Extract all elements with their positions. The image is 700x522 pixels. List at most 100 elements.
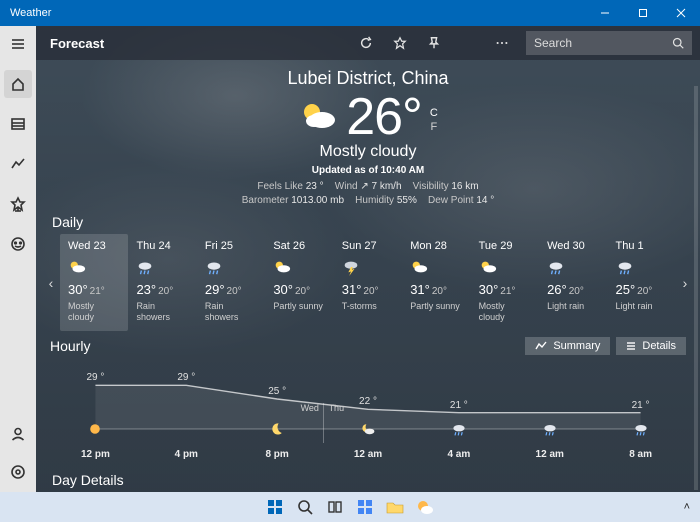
tray-chevron-up-icon[interactable]: ˄ xyxy=(684,501,690,513)
sun-icon xyxy=(87,421,103,437)
rain-icon xyxy=(136,258,190,276)
more-button[interactable] xyxy=(486,27,518,59)
daily-temps: 30°21° xyxy=(68,282,122,297)
daily-temps: 31°20° xyxy=(410,282,464,297)
hourly-time-label: 4 am xyxy=(413,449,504,460)
daily-temps: 30°20° xyxy=(273,282,327,297)
daily-condition: Rain showers xyxy=(205,301,259,323)
divider-right-label: Thu xyxy=(329,403,345,413)
daily-condition: Light rain xyxy=(547,301,601,312)
pin-button[interactable] xyxy=(418,27,450,59)
daily-temps: 25°20° xyxy=(616,282,670,297)
nav-sidebar xyxy=(0,26,36,492)
daily-condition: Partly sunny xyxy=(273,301,327,312)
daily-card[interactable]: Thu 1 25°20° Light rain xyxy=(608,234,676,331)
daily-day: Tue 29 xyxy=(479,240,533,252)
daily-day: Fri 25 xyxy=(205,240,259,252)
night-cloudy-icon xyxy=(360,421,376,437)
daily-card[interactable]: Fri 25 29°20° Rain showers xyxy=(197,234,265,331)
daily-card[interactable]: Wed 23 30°21° Mostly cloudy xyxy=(60,234,128,331)
refresh-button[interactable] xyxy=(350,27,382,59)
taskbar[interactable]: ˄ xyxy=(0,492,700,522)
close-button[interactable] xyxy=(662,0,700,26)
nav-forecast-icon[interactable] xyxy=(4,70,32,98)
app-name: Weather xyxy=(0,7,51,19)
hourly-time-label: 4 pm xyxy=(141,449,232,460)
current-conditions: Lubei District, China 26° C F Mostly clo… xyxy=(36,68,700,208)
nav-news-icon[interactable] xyxy=(4,230,32,258)
favorite-button[interactable] xyxy=(384,27,416,59)
daily-prev[interactable]: ‹ xyxy=(42,234,60,331)
daily-day: Wed 30 xyxy=(547,240,601,252)
hourly-chart: 29 °29 °25 °22 °21 °21 °WedThu xyxy=(50,357,686,449)
hamburger-icon[interactable] xyxy=(4,30,32,58)
daily-day: Sat 26 xyxy=(273,240,327,252)
hourly-time-label: 12 am xyxy=(504,449,595,460)
weather-app-icon[interactable] xyxy=(415,497,435,517)
hourly-time-label: 12 am xyxy=(323,449,414,460)
settings-icon[interactable] xyxy=(4,458,32,486)
partly-cloudy-icon xyxy=(273,258,327,276)
daily-temps: 26°20° xyxy=(547,282,601,297)
hourly-temp-label: 22 ° xyxy=(359,396,377,407)
taskbar-search-icon[interactable] xyxy=(295,497,315,517)
window-titlebar: Weather xyxy=(0,0,700,26)
daily-condition: Rain showers xyxy=(136,301,190,323)
daily-day: Thu 1 xyxy=(616,240,670,252)
hourly-summary-button[interactable]: Summary xyxy=(525,337,610,355)
account-icon[interactable] xyxy=(4,420,32,448)
page-title: Forecast xyxy=(50,36,104,51)
daily-card[interactable]: Sun 2731°20°T-storms xyxy=(334,234,402,331)
moon-phase-button[interactable] xyxy=(452,27,484,59)
location-text: Lubei District, China xyxy=(36,68,700,89)
hourly-temp-label: 29 ° xyxy=(86,372,104,383)
partly-cloudy-icon xyxy=(410,258,464,276)
daily-card[interactable]: Mon 2831°20°Partly sunny xyxy=(402,234,470,331)
thunder-icon xyxy=(342,258,396,276)
daily-condition: Mostly cloudy xyxy=(68,301,122,323)
rain-icon xyxy=(205,258,259,276)
daily-next[interactable]: › xyxy=(676,234,694,331)
current-temp: 26° xyxy=(346,87,422,147)
day-details-section-title: Day Details xyxy=(36,466,700,492)
daily-condition: T-storms xyxy=(342,301,396,312)
daily-card[interactable]: Tue 2930°21°Mostly cloudy xyxy=(471,234,539,331)
daily-card[interactable]: Sat 26 30°20° Partly sunny xyxy=(265,234,333,331)
unit-f[interactable]: F xyxy=(430,120,438,134)
explorer-icon[interactable] xyxy=(385,497,405,517)
daily-day: Thu 24 xyxy=(136,240,190,252)
daily-card[interactable]: Thu 2423°20°Rain showers xyxy=(128,234,196,331)
current-condition: Mostly cloudy xyxy=(36,143,700,161)
nav-maps-icon[interactable] xyxy=(4,110,32,138)
hourly-details-button[interactable]: Details xyxy=(616,337,686,355)
nav-historical-icon[interactable] xyxy=(4,150,32,178)
nav-favorites-icon[interactable] xyxy=(4,190,32,218)
divider-left-label: Wed xyxy=(301,403,319,413)
updated-label: Updated as of 10:40 AM xyxy=(36,165,700,176)
rain-icon xyxy=(547,258,601,276)
daily-day: Mon 28 xyxy=(410,240,464,252)
task-view-icon[interactable] xyxy=(325,497,345,517)
daily-card[interactable]: Wed 30 26°20° Light rain xyxy=(539,234,607,331)
daily-condition: Light rain xyxy=(616,301,670,312)
daily-condition: Mostly cloudy xyxy=(479,301,533,323)
maximize-button[interactable] xyxy=(624,0,662,26)
search-placeholder: Search xyxy=(534,36,572,50)
search-icon xyxy=(672,37,684,49)
hourly-time-label: 8 am xyxy=(595,449,686,460)
metrics: Feels Like 23 ° Wind ↗ 7 km/h Visibility… xyxy=(36,180,700,208)
daily-section-title: Daily xyxy=(36,208,700,234)
daily-temps: 29°20° xyxy=(205,282,259,297)
search-input[interactable]: Search xyxy=(526,31,692,55)
unit-c[interactable]: C xyxy=(430,106,438,120)
moon-icon xyxy=(269,421,285,437)
hourly-times-axis: 12 pm4 pm8 pm12 am4 am12 am8 am xyxy=(50,449,686,460)
start-button[interactable] xyxy=(265,497,285,517)
widgets-icon[interactable] xyxy=(355,497,375,517)
minimize-button[interactable] xyxy=(586,0,624,26)
daily-day: Wed 23 xyxy=(68,240,122,252)
rain-icon xyxy=(542,421,558,437)
daily-temps: 31°20° xyxy=(342,282,396,297)
rain-icon xyxy=(616,258,670,276)
scrollbar[interactable] xyxy=(694,86,698,490)
